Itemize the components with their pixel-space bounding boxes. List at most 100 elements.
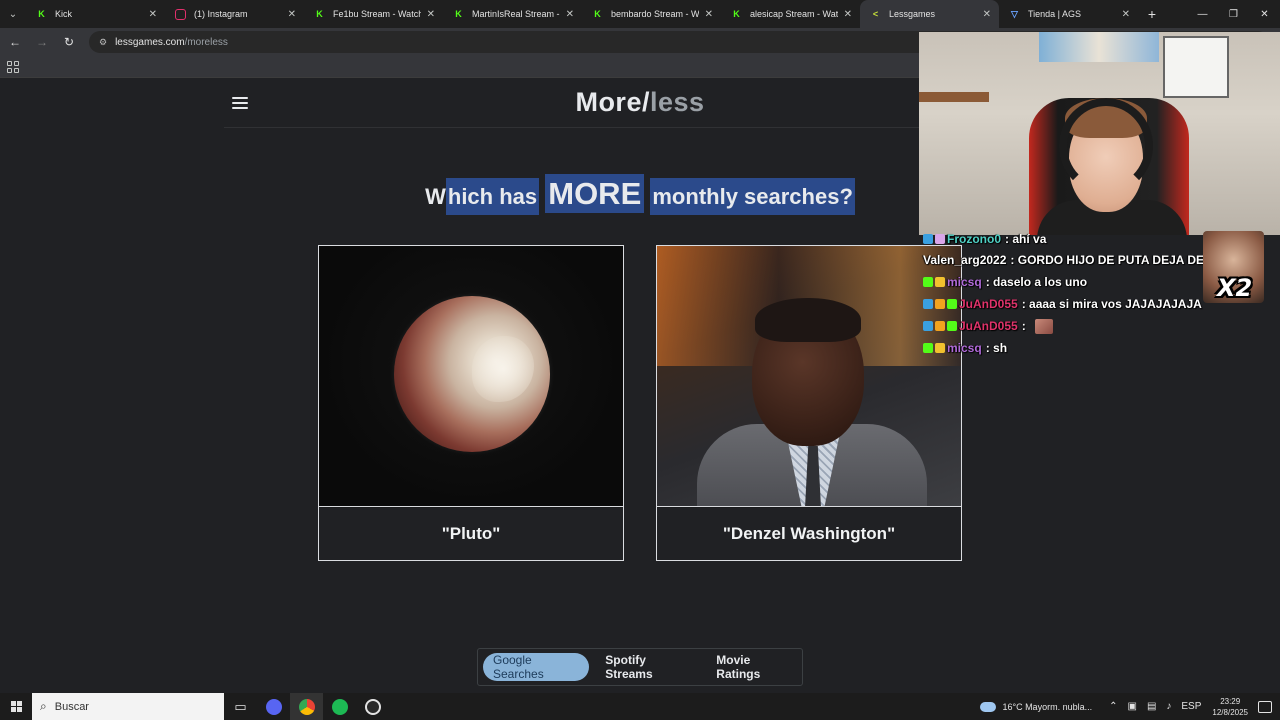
question-emphasis: MORE — [545, 174, 645, 213]
apps-grid-icon[interactable] — [7, 61, 19, 73]
webcam-shelf — [919, 92, 989, 102]
option-card-right[interactable]: "Denzel Washington" — [656, 245, 962, 561]
tab-title: bembardo Stream - Watch — [611, 9, 699, 19]
chat-colon: : — [985, 341, 994, 355]
crown-badge-icon — [935, 277, 945, 287]
chat-message: JuAnD055: — [923, 317, 1054, 335]
system-tray: 16°C Mayorm. nubla... ⌃ ▣ ▤ ♪ ESP 23:29 1… — [980, 693, 1280, 720]
gift-badge-icon — [935, 321, 945, 331]
pluto-planet-image — [394, 296, 550, 452]
discord-icon[interactable] — [257, 693, 290, 720]
ags-icon: ▽ — [1011, 8, 1018, 19]
option-card-left[interactable]: "Pluto" — [318, 245, 624, 561]
option-name: "Denzel Washington" — [657, 508, 961, 560]
moderator-badge-icon — [923, 234, 933, 244]
tab-search-chevron-icon[interactable]: ⌄ — [0, 0, 26, 28]
kick-icon: K — [316, 9, 323, 19]
logo-more: More/ — [575, 87, 650, 117]
gift-badge-icon — [935, 299, 945, 309]
tab-ags[interactable]: ▽ Tienda | AGS ✕ — [999, 0, 1138, 28]
tab-alesicap[interactable]: Kalesicap Stream - Watch L ✕ — [721, 0, 860, 28]
hair-shape — [755, 298, 861, 342]
close-tab-icon[interactable]: ✕ — [288, 9, 296, 20]
volume-icon[interactable]: ♪ — [1166, 701, 1171, 712]
chat-message: micsq: sh — [923, 339, 1007, 357]
tab-fe1bu[interactable]: K Fe1bu Stream - Watch Liv ✕ — [304, 0, 443, 28]
reload-icon[interactable]: ↻ — [57, 30, 81, 54]
logo-less: less — [649, 87, 705, 117]
kick-icon: K — [594, 9, 601, 19]
verified-badge-icon — [935, 234, 945, 244]
spotify-icon[interactable] — [323, 693, 356, 720]
moderator-badge-icon — [923, 299, 933, 309]
close-tab-icon[interactable]: ✕ — [983, 9, 991, 20]
task-view-icon[interactable]: ▭ — [224, 693, 257, 720]
kick-icon: K — [38, 9, 45, 19]
tab-kick[interactable]: K Kick ✕ — [26, 0, 165, 28]
url-path: /moreless — [184, 36, 228, 48]
close-tab-icon[interactable]: ✕ — [1122, 9, 1130, 20]
option-name: "Pluto" — [319, 508, 623, 560]
minimize-icon[interactable]: — — [1187, 0, 1218, 28]
network-icon[interactable]: ▣ — [1127, 701, 1136, 712]
option-image — [657, 246, 961, 507]
tab-list: K Kick ✕ (1) Instagram ✕ K Fe1bu Stream - Wa… — [26, 0, 1138, 28]
restore-icon[interactable]: ❐ — [1218, 0, 1249, 28]
lessgames-icon: < — [872, 9, 879, 19]
tab-title: MartinIsReal Stream - Wat — [472, 9, 560, 19]
tab-title: alesicap Stream - Watch L — [750, 9, 838, 19]
clock[interactable]: 23:29 12/8/2025 — [1212, 696, 1248, 718]
notifications-icon[interactable] — [1258, 700, 1272, 713]
chat-message: Frozono0: ahí va — [923, 230, 1046, 248]
weather-widget[interactable]: 16°C Mayorm. nubla... — [980, 701, 1093, 712]
chat-username: micsq — [947, 341, 982, 355]
start-button[interactable] — [0, 693, 32, 720]
sub-badge-icon — [947, 321, 957, 331]
close-tab-icon[interactable]: ✕ — [149, 9, 157, 20]
tab-bembardo[interactable]: Kbembardo Stream - Watch ✕ — [582, 0, 721, 28]
chat-username: Valen_arg2022 — [923, 253, 1007, 267]
chrome-icon[interactable] — [290, 693, 323, 720]
close-tab-icon[interactable]: ✕ — [705, 9, 713, 20]
taskbar-search[interactable]: ⌕ Buscar — [32, 693, 224, 720]
chat-message: JuAnD055: aaaa si mira vos JAJAJAJAJA — [923, 295, 1202, 313]
clock-date: 12/8/2025 — [1212, 707, 1248, 717]
tab-title: (1) Instagram — [194, 9, 248, 19]
question-pre: hich has — [445, 178, 540, 215]
chat-colon: : — [1021, 319, 1030, 333]
weather-text: 16°C Mayorm. nubla... — [1002, 701, 1093, 712]
close-window-icon[interactable]: ✕ — [1249, 0, 1280, 28]
category-google-searches[interactable]: Google Searches — [483, 653, 590, 681]
sub-badge-icon — [947, 299, 957, 309]
close-tab-icon[interactable]: ✕ — [844, 9, 852, 20]
obs-icon[interactable] — [356, 693, 389, 720]
chat-text: aaaa si mira vos JAJAJAJAJA — [1029, 297, 1202, 311]
windows-taskbar: ⌕ Buscar ▭ 16°C Mayorm. nubla... ⌃ ▣ ▤ ♪ … — [0, 693, 1280, 720]
url-domain: lessgames.com — [115, 36, 185, 48]
chat-username: JuAnD055 — [959, 297, 1018, 311]
tab-instagram[interactable]: (1) Instagram ✕ — [165, 0, 304, 28]
tab-martinisreal[interactable]: K MartinIsReal Stream - Wat ✕ — [443, 0, 582, 28]
tab-title: Kick — [55, 9, 73, 19]
site-info-icon[interactable]: ⚙ — [99, 37, 107, 48]
chat-text: sh — [993, 341, 1008, 355]
new-tab-button[interactable]: + — [1138, 6, 1166, 22]
language-indicator[interactable]: ESP — [1181, 701, 1201, 712]
chevron-up-icon[interactable]: ⌃ — [1109, 701, 1117, 712]
tab-title: Tienda | AGS — [1028, 9, 1082, 19]
close-tab-icon[interactable]: ✕ — [566, 9, 574, 20]
vip-badge-icon — [923, 343, 933, 353]
forward-arrow-icon[interactable]: → — [30, 30, 54, 54]
category-movie-ratings[interactable]: Movie Ratings — [706, 653, 802, 681]
tab-title: Lessgames — [889, 9, 936, 19]
question-post: monthly searches? — [650, 178, 855, 215]
display-icon[interactable]: ▤ — [1147, 701, 1156, 712]
chat-colon: : — [1021, 297, 1030, 311]
category-spotify-streams[interactable]: Spotify Streams — [595, 653, 700, 681]
tab-strip: ⌄ K Kick ✕ (1) Instagram ✕ K Fe1bu Stream - … — [0, 0, 1280, 28]
chat-username: micsq — [947, 275, 982, 289]
tab-lessgames[interactable]: < Lessgames ✕ — [860, 0, 999, 28]
back-arrow-icon[interactable]: ← — [3, 30, 27, 54]
close-tab-icon[interactable]: ✕ — [427, 9, 435, 20]
option-image — [319, 246, 623, 507]
